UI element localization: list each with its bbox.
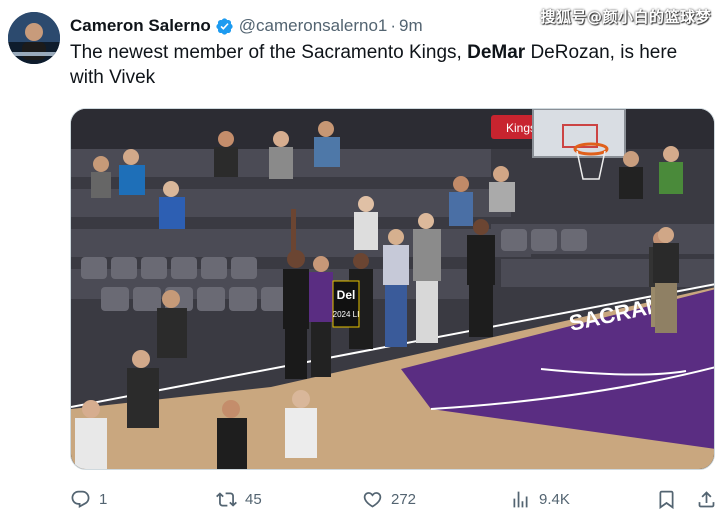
views-button[interactable]: 9.4K bbox=[510, 489, 570, 510]
verified-badge-icon bbox=[216, 17, 233, 35]
reply-count: 1 bbox=[99, 490, 108, 508]
like-button[interactable]: 272 bbox=[362, 489, 416, 510]
tweet-header: Cameron Salerno @cameronsalerno1 · 9m bbox=[70, 14, 423, 38]
bookmark-button[interactable] bbox=[656, 489, 677, 510]
heart-icon bbox=[363, 491, 382, 508]
tweet-actions-bar: 1 45 272 9.4K bbox=[70, 484, 715, 514]
sign-subtext: 2024 LI bbox=[333, 310, 360, 319]
retweet-button[interactable]: 45 bbox=[216, 489, 262, 510]
tweet-text-part1: The newest member of the Sacramento King… bbox=[70, 42, 468, 63]
retweet-icon bbox=[216, 491, 237, 507]
reply-icon bbox=[71, 490, 90, 508]
tweet-text-bold: DeMar bbox=[467, 42, 526, 63]
views-count: 9.4K bbox=[539, 490, 570, 508]
user-handle[interactable]: @cameronsalerno1 bbox=[239, 16, 388, 36]
banner-text: Kings bbox=[506, 121, 536, 135]
like-count: 272 bbox=[391, 490, 417, 508]
reply-button[interactable]: 1 bbox=[70, 489, 107, 510]
bookmark-icon bbox=[659, 490, 674, 509]
tweet-text: The newest member of the Sacramento King… bbox=[70, 40, 710, 90]
share-icon bbox=[698, 490, 715, 507]
watermark-text: 搜狐号@颜小白的篮球梦 bbox=[540, 8, 711, 26]
tweet-card[interactable]: Cameron Salerno @cameronsalerno1 · 9m 搜狐… bbox=[0, 0, 723, 528]
timestamp[interactable]: 9m bbox=[399, 16, 423, 36]
retweet-count: 45 bbox=[245, 490, 262, 508]
share-button[interactable] bbox=[696, 489, 717, 510]
display-name[interactable]: Cameron Salerno bbox=[70, 16, 211, 36]
arena-scene-image: Kings SACRAM Del 2024 LI bbox=[71, 109, 714, 469]
avatar[interactable] bbox=[8, 12, 60, 64]
avatar-image bbox=[8, 12, 60, 64]
separator-dot: · bbox=[390, 16, 397, 35]
tweet-media-video[interactable]: Kings SACRAM Del 2024 LI bbox=[70, 108, 715, 470]
views-chart-icon bbox=[513, 491, 528, 507]
sign-text: Del bbox=[337, 288, 356, 302]
